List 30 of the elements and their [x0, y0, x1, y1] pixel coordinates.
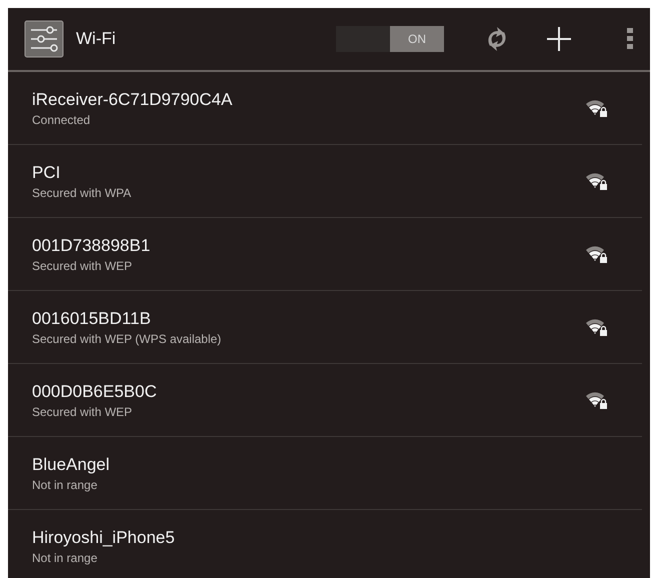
wifi-signal-icon	[586, 99, 608, 117]
network-name: 0016015BD11B	[32, 308, 152, 328]
network-status: Connected	[32, 112, 92, 126]
network-status: Secured with WEP	[32, 258, 134, 272]
network-name: Hiroyoshi_iPhone5	[32, 528, 176, 548]
network-name: PCI	[32, 162, 62, 182]
network-name: BlueAngel	[32, 454, 111, 474]
settings-icon[interactable]	[24, 20, 64, 58]
wifi-signal-icon	[586, 391, 608, 409]
network-item[interactable]: PCI Secured with WPA	[8, 145, 642, 218]
network-item[interactable]: BlueAngel Not in range	[8, 437, 642, 510]
network-name: 001D738898B1	[32, 236, 152, 256]
add-icon[interactable]	[546, 26, 572, 52]
network-item[interactable]: 001D738898B1 Secured with WEP	[8, 218, 642, 291]
network-name: iReceiver-6C71D9790C4A	[32, 90, 234, 110]
network-name: 000D0B6E5B0C	[32, 382, 158, 402]
wifi-signal-icon	[586, 245, 608, 263]
wifi-signal-icon	[586, 172, 608, 190]
network-item[interactable]: Hiroyoshi_iPhone5 Not in range	[8, 510, 642, 578]
network-item[interactable]: iReceiver-6C71D9790C4A Connected	[8, 72, 642, 145]
network-item[interactable]: 0016015BD11B Secured with WEP (WPS available)	[8, 291, 642, 364]
network-status: Not in range	[32, 478, 98, 492]
network-status: Not in range	[32, 550, 98, 564]
screen-title: Wi-Fi	[76, 29, 116, 49]
overflow-menu-icon[interactable]	[626, 28, 634, 50]
network-item[interactable]: 000D0B6E5B0C Secured with WEP	[8, 364, 642, 437]
network-status: Secured with WEP	[32, 404, 134, 418]
network-status: Secured with WEP (WPS available)	[32, 332, 222, 346]
wifi-signal-icon	[586, 318, 608, 336]
network-status: Secured with WPA	[32, 186, 132, 200]
